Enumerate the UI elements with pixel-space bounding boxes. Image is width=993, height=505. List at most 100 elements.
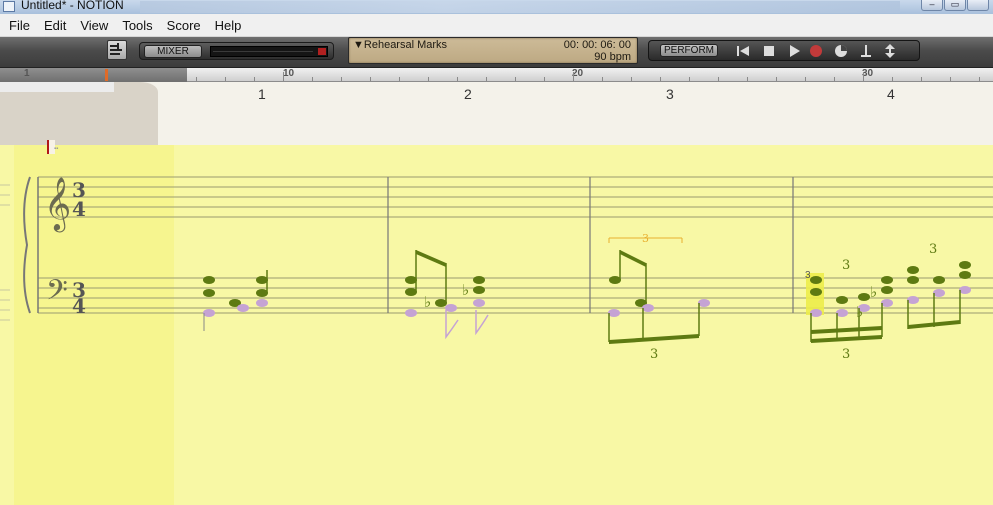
perform-button[interactable]: PERFORM — [660, 44, 718, 57]
ruler-tick — [660, 77, 661, 81]
measure-1-notes[interactable] — [203, 270, 268, 331]
mixer-group: MIXER — [139, 42, 334, 60]
note-head[interactable] — [907, 296, 919, 304]
measure-number: 4 — [887, 86, 895, 102]
note-head[interactable] — [881, 276, 893, 284]
ruler-tick — [602, 77, 603, 81]
note-head[interactable] — [473, 276, 485, 284]
note-head[interactable] — [933, 276, 945, 284]
ruler-tick — [573, 72, 574, 81]
ruler-tick — [776, 77, 777, 81]
tempo-readout: 90 bpm — [594, 51, 631, 63]
note-head[interactable] — [203, 289, 215, 297]
note-head[interactable] — [933, 289, 945, 297]
note-head[interactable] — [256, 276, 268, 284]
count-off-icon[interactable] — [858, 43, 874, 59]
ruler-tick — [486, 77, 487, 81]
transport-controls: PERFORM — [648, 40, 920, 61]
note-head[interactable] — [203, 276, 215, 284]
minimize-button[interactable]: ‒ — [921, 0, 943, 11]
note-head[interactable] — [858, 293, 870, 301]
note-head[interactable] — [836, 309, 848, 317]
note-head[interactable] — [405, 276, 417, 284]
note-head[interactable] — [608, 309, 620, 317]
menu-tools[interactable]: Tools — [115, 14, 159, 37]
note-head[interactable] — [203, 309, 215, 317]
note-head[interactable] — [237, 304, 249, 312]
menu-bar: File Edit View Tools Score Help — [0, 14, 993, 37]
palette-toggle-button[interactable] — [107, 40, 127, 60]
measure-3-notes[interactable]: 3 3 — [608, 232, 710, 362]
ruler-tick — [863, 72, 864, 81]
flat-icon: ♭ — [424, 293, 431, 311]
note-beam — [811, 326, 882, 334]
note-head[interactable] — [405, 288, 417, 296]
playhead-marker[interactable] — [105, 69, 108, 81]
measure-2-notes[interactable]: ♭ ♭ — [405, 250, 489, 340]
menu-file[interactable]: File — [2, 14, 37, 37]
note-head[interactable] — [256, 299, 268, 307]
ruler-tick — [254, 77, 255, 81]
close-button[interactable] — [967, 0, 989, 11]
stop-icon[interactable] — [761, 43, 777, 59]
ruler-tick — [283, 72, 284, 81]
note-head[interactable] — [256, 289, 268, 297]
note-head[interactable] — [698, 299, 710, 307]
note-head[interactable] — [473, 286, 485, 294]
ruler-tick — [196, 77, 197, 81]
toolbar: MIXER ▼Rehearsal Marks 00: 00: 06: 00 90… — [0, 37, 993, 68]
loop-icon[interactable] — [882, 43, 898, 59]
note-head[interactable] — [907, 266, 919, 274]
maximize-button[interactable]: ▭ — [944, 0, 966, 11]
note-head[interactable] — [881, 299, 893, 307]
note-head[interactable] — [810, 276, 822, 284]
ruler-tick — [805, 77, 806, 81]
ruler-tick — [341, 77, 342, 81]
treble-staff — [38, 176, 993, 218]
menu-score[interactable]: Score — [160, 14, 208, 37]
bass-clef-icon[interactable]: 𝄢 — [46, 274, 68, 314]
ruler-tick — [225, 77, 226, 81]
record-icon[interactable] — [808, 43, 824, 59]
tuplet-number: 3 — [842, 347, 850, 362]
note-head[interactable] — [435, 299, 447, 307]
rewind-to-start-icon[interactable] — [735, 43, 751, 59]
mixer-button[interactable]: MIXER — [144, 45, 202, 58]
note-head[interactable] — [810, 288, 822, 296]
note-head[interactable] — [473, 299, 485, 307]
note-head[interactable] — [907, 276, 919, 284]
note-head[interactable] — [858, 304, 870, 312]
note-head[interactable] — [405, 309, 417, 317]
ruler-tick — [950, 77, 951, 81]
note-head[interactable] — [445, 304, 457, 312]
menu-help[interactable]: Help — [208, 14, 249, 37]
metronome-icon[interactable] — [833, 43, 849, 59]
rehearsal-marks-dropdown[interactable]: ▼Rehearsal Marks — [353, 39, 447, 51]
measure-4-notes[interactable]: 3 3 ♭ ♭ 3 — [805, 242, 971, 362]
grand-staff-brace — [23, 176, 31, 314]
note-head[interactable] — [881, 286, 893, 294]
play-icon[interactable] — [786, 43, 802, 59]
ruler-tick — [631, 77, 632, 81]
ruler-tick — [718, 77, 719, 81]
note-head[interactable] — [836, 296, 848, 304]
menu-view[interactable]: View — [73, 14, 115, 37]
bass-staff — [38, 277, 993, 314]
ruler-tick — [428, 77, 429, 81]
ruler-label: 10 — [283, 68, 295, 79]
note-head[interactable] — [959, 261, 971, 269]
note-head[interactable] — [609, 276, 621, 284]
note-head[interactable] — [959, 271, 971, 279]
grand-staff[interactable]: 𝄞 𝄢 3 4 3 4 ♭ ♭ 3 3 3 3 ♭ 3 3 — [0, 145, 993, 505]
note-head[interactable] — [959, 286, 971, 294]
measure-number: 1 — [258, 86, 266, 102]
note-head[interactable] — [642, 304, 654, 312]
treble-clef-icon[interactable]: 𝄞 — [44, 176, 71, 232]
clip-indicator — [318, 48, 326, 55]
timeline-ruler[interactable]: 1 10 20 30 — [0, 68, 993, 82]
treble-time-sig-bottom: 4 — [72, 197, 86, 221]
note-head[interactable] — [810, 309, 822, 317]
menu-edit[interactable]: Edit — [37, 14, 73, 37]
ruler-tick — [312, 77, 313, 81]
measure-number: 2 — [464, 86, 472, 102]
